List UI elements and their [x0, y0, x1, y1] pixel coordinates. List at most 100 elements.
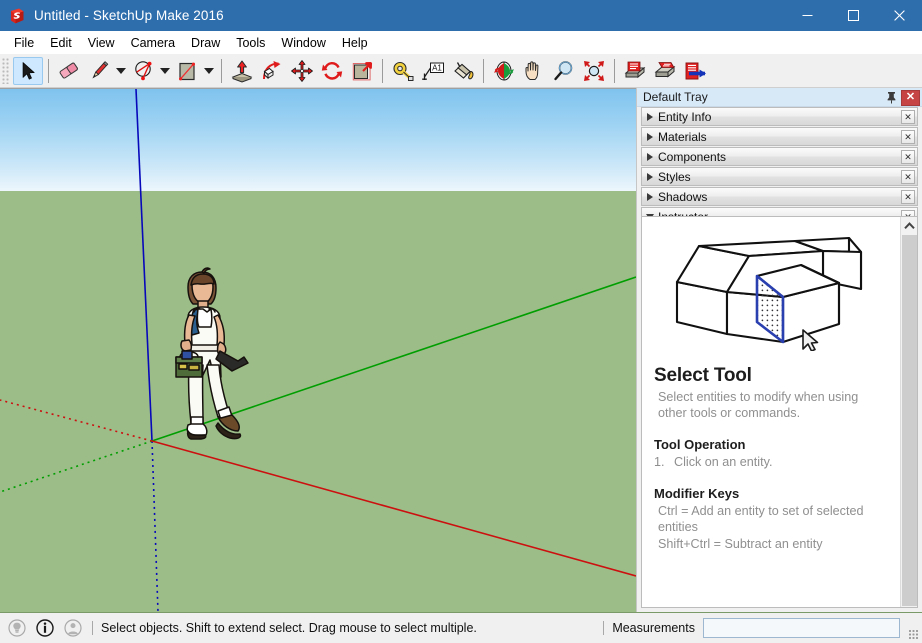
magnifier-icon: [552, 59, 576, 83]
next-view-button[interactable]: [650, 57, 680, 85]
paint-bucket-tool-button[interactable]: [448, 57, 478, 85]
menu-file[interactable]: File: [6, 34, 42, 52]
panel-entity-info[interactable]: Entity Info ✕: [641, 107, 918, 126]
chevron-right-icon: [642, 192, 658, 201]
tray-title-buttons: ✕: [884, 88, 920, 107]
panel-close-button[interactable]: ✕: [901, 130, 915, 144]
instructor-section-heading-tool-operation: Tool Operation: [654, 437, 746, 453]
chevron-up-icon: [903, 221, 915, 229]
toolbar-separator-5: [614, 58, 615, 83]
minimize-button[interactable]: [784, 0, 830, 31]
orbit-tool-button[interactable]: [489, 57, 519, 85]
paint-bucket-icon: [451, 59, 475, 83]
follow-me-tool-button[interactable]: [257, 57, 287, 85]
modeling-viewport[interactable]: [0, 88, 636, 612]
tape-measure-tool-button[interactable]: [388, 57, 418, 85]
close-button[interactable]: [876, 0, 922, 31]
panel-close-button[interactable]: ✕: [901, 190, 915, 204]
panel-components[interactable]: Components ✕: [641, 147, 918, 166]
rectangle-icon: [175, 59, 199, 83]
panel-label: Entity Info: [658, 109, 712, 124]
panel-label: Components: [658, 149, 727, 164]
panel-materials[interactable]: Materials ✕: [641, 127, 918, 146]
measurements-input[interactable]: [703, 618, 900, 638]
arc-tool-button[interactable]: [128, 57, 158, 85]
window-resize-grip[interactable]: [909, 630, 919, 640]
warehouse-share-button[interactable]: [680, 57, 710, 85]
line-tool-dropdown[interactable]: [114, 57, 128, 85]
info-icon[interactable]: [34, 617, 56, 639]
scale-icon: [350, 59, 374, 83]
scrollbar-thumb[interactable]: [902, 235, 917, 606]
panel-close-button[interactable]: ✕: [901, 150, 915, 164]
rectangle-tool-dropdown[interactable]: [202, 57, 216, 85]
menu-draw[interactable]: Draw: [183, 34, 228, 52]
panel-close-button[interactable]: ✕: [901, 110, 915, 124]
chevron-right-icon: [642, 132, 658, 141]
menu-edit[interactable]: Edit: [42, 34, 80, 52]
menu-window[interactable]: Window: [273, 34, 333, 52]
instructor-scrollbar[interactable]: [900, 217, 917, 607]
menu-help[interactable]: Help: [334, 34, 376, 52]
tip-bulb-icon[interactable]: [6, 617, 28, 639]
scale-tool-button[interactable]: [347, 57, 377, 85]
orbit-icon: [492, 59, 516, 83]
push-pull-tool-button[interactable]: [227, 57, 257, 85]
panel-styles[interactable]: Styles ✕: [641, 167, 918, 186]
sketchup-window: Untitled - SketchUp Make 2016 File Edit …: [0, 0, 922, 643]
zoom-extents-tool-button[interactable]: [579, 57, 609, 85]
tray-close-button[interactable]: ✕: [901, 89, 920, 106]
toolbar-separator-2: [221, 58, 222, 83]
instructor-step: 1. Click on an entity.: [652, 454, 889, 470]
pin-button[interactable]: [884, 90, 898, 105]
status-separator-1: [92, 621, 93, 635]
pan-tool-button[interactable]: [519, 57, 549, 85]
tray-title-bar[interactable]: Default Tray ✕: [637, 88, 922, 107]
panel-label: Shadows: [658, 189, 708, 204]
scale-figure-person[interactable]: [158, 265, 250, 447]
scrollbar-up-button[interactable]: [901, 217, 917, 234]
select-tool-button[interactable]: [13, 56, 43, 85]
rectangle-tool-button[interactable]: [172, 57, 202, 85]
panel-close-button[interactable]: ✕: [901, 170, 915, 184]
toolbar-separator-4: [483, 58, 484, 83]
text-label-icon: A1: [421, 59, 445, 83]
move-arrows-icon: [290, 59, 314, 83]
move-tool-button[interactable]: [287, 57, 317, 85]
blue-axis-dotted: [151, 440, 159, 612]
status-hint-text: Select objects. Shift to extend select. …: [101, 621, 477, 635]
panel-label: Styles: [658, 169, 691, 184]
eraser-tool-button[interactable]: [54, 57, 84, 85]
modifier-key-line-2: Shift+Ctrl = Subtract an entity: [658, 536, 823, 551]
menu-tools[interactable]: Tools: [228, 34, 273, 52]
rotate-tool-button[interactable]: [317, 57, 347, 85]
panel-shadows[interactable]: Shadows ✕: [641, 187, 918, 206]
arc-tool-dropdown[interactable]: [158, 57, 172, 85]
main-toolbar: A1: [0, 54, 922, 88]
menu-camera[interactable]: Camera: [123, 34, 183, 52]
pencil-icon: [87, 59, 111, 83]
window-controls: [784, 0, 922, 31]
eraser-icon: [57, 60, 81, 82]
close-icon: ✕: [905, 91, 916, 103]
zoom-tool-button[interactable]: [549, 57, 579, 85]
previous-view-button[interactable]: [620, 57, 650, 85]
maximize-button[interactable]: [830, 0, 876, 31]
chevron-right-icon: [642, 152, 658, 161]
zoom-extents-icon: [582, 59, 606, 83]
menu-view[interactable]: View: [80, 34, 123, 52]
toolbar-separator-3: [382, 58, 383, 83]
toolbar-grip[interactable]: [2, 57, 10, 84]
toolbar-separator-1: [48, 58, 49, 83]
status-separator-2: [603, 621, 605, 635]
house-with-selected-face-illustration: [675, 236, 862, 351]
tray-title-label: Default Tray: [643, 90, 708, 104]
measurements-label: Measurements: [612, 621, 695, 635]
instructor-panel-body: Select Tool Select entities to modify wh…: [641, 216, 918, 608]
arc-icon: [131, 59, 155, 83]
status-bar: Select objects. Shift to extend select. …: [0, 612, 922, 643]
account-icon[interactable]: [62, 617, 84, 639]
line-tool-button[interactable]: [84, 57, 114, 85]
text-tool-button[interactable]: A1: [418, 57, 448, 85]
tape-measure-icon: [391, 59, 415, 83]
